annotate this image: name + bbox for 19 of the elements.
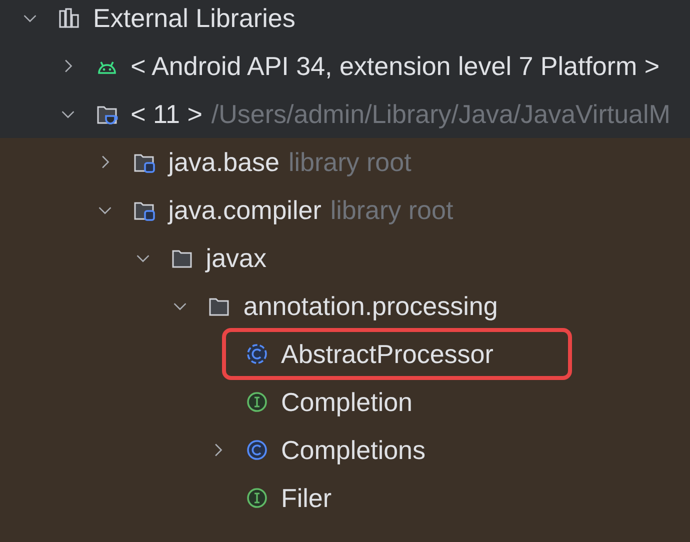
path-hint: library root bbox=[330, 194, 454, 226]
path-hint: library root bbox=[288, 146, 412, 178]
class-icon bbox=[246, 439, 268, 461]
tree-item-label[interactable]: Completions bbox=[281, 434, 426, 466]
abstract-class-icon bbox=[246, 343, 268, 365]
library-icon bbox=[58, 7, 80, 29]
tree-item-label[interactable]: AbstractProcessor bbox=[281, 338, 494, 370]
tree-item-label[interactable]: Filer bbox=[281, 482, 332, 514]
tree-item-label[interactable]: External Libraries bbox=[93, 2, 296, 34]
tree-item-label[interactable]: annotation.processing bbox=[243, 290, 498, 322]
tree-item-label[interactable]: < 11 > bbox=[130, 98, 202, 130]
interface-icon bbox=[246, 487, 268, 509]
tree-item-label[interactable]: < Android API 34, extension level 7 Platform > bbox=[130, 50, 660, 82]
tree-item-label[interactable]: javax bbox=[206, 242, 266, 274]
tree-item-label[interactable]: java.compiler bbox=[168, 194, 322, 226]
interface-icon bbox=[246, 391, 268, 413]
path-hint: /Users/admin/Library/Java/JavaVirtualM bbox=[211, 98, 670, 130]
tree-item-label[interactable]: Completion bbox=[281, 386, 413, 418]
tree-item-label[interactable]: java.base bbox=[168, 146, 280, 178]
